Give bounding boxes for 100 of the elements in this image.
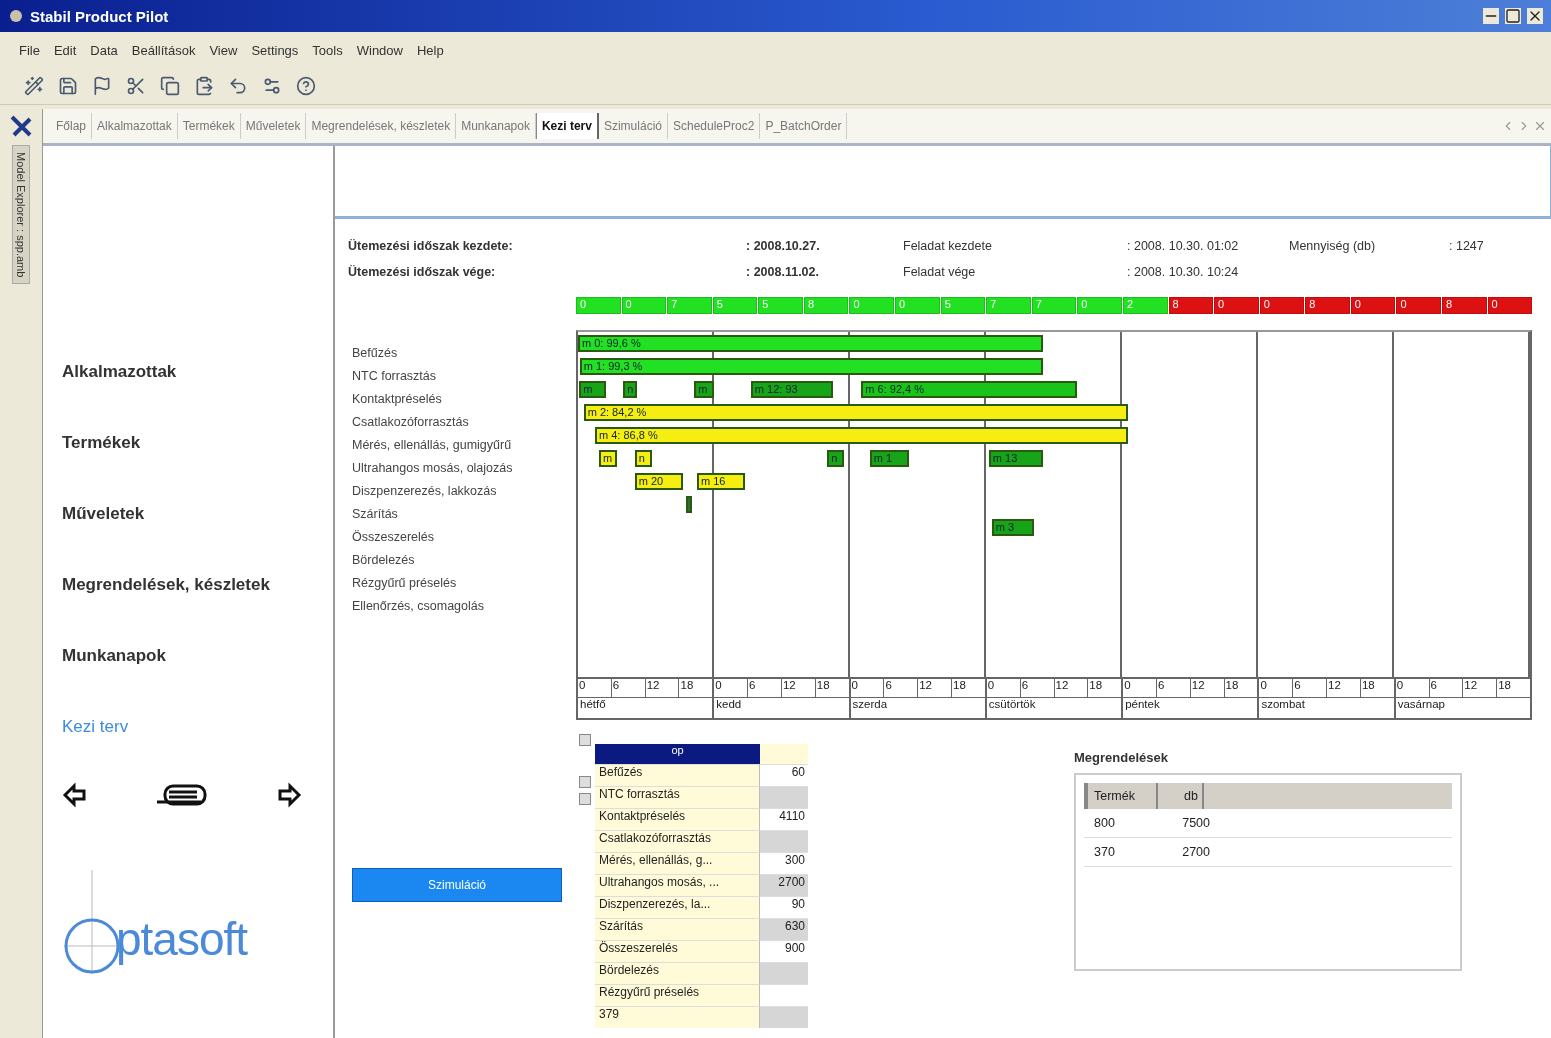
axis-tick: 18	[814, 679, 849, 697]
side-tab[interactable]: Model Explorer : spp.amb	[12, 145, 30, 285]
table-cell: Diszpenzerezés, la...	[595, 896, 760, 918]
nav-link[interactable]: Alkalmazottak	[62, 362, 333, 433]
field-value: : 2008.11.02.	[746, 265, 820, 279]
maximize-icon[interactable]	[1505, 8, 1521, 24]
nav-link[interactable]: Kezi terv	[62, 717, 333, 788]
axis-tick: 12	[917, 679, 952, 697]
gantt-bar[interactable]: m 6: 92,4 %	[861, 381, 1077, 398]
collapse-icon[interactable]	[579, 734, 591, 746]
gantt-bar[interactable]: m 0: 99,6 %	[578, 335, 1043, 352]
gantt-bar[interactable]: m	[694, 381, 714, 398]
gantt-bar[interactable]: m 13	[988, 450, 1043, 467]
shift-cell: 0	[1396, 297, 1441, 314]
menu-item[interactable]: View	[204, 40, 243, 60]
nav-link[interactable]: Műveletek	[62, 504, 333, 575]
day-label: vasárnap	[1396, 698, 1446, 712]
tab[interactable]: Kezi terv	[535, 113, 599, 139]
row-label: Csatlakozóforrasztás	[352, 415, 470, 431]
gantt-bar[interactable]: m 2: 84,2 %	[583, 404, 1128, 421]
help-icon[interactable]	[294, 74, 318, 98]
tab[interactable]: ScheduleProc2	[668, 113, 761, 139]
shift-cell: 8	[1305, 297, 1350, 314]
shift-cell: 5	[758, 297, 803, 314]
close-icon[interactable]	[1527, 8, 1543, 24]
axis-tick: 12	[1326, 679, 1360, 697]
gantt-bar[interactable]: n	[827, 450, 845, 467]
row-label: Kontaktpréselés	[352, 392, 443, 408]
gantt-bar[interactable]: m 16	[697, 473, 746, 490]
menu-item[interactable]: Data	[85, 40, 123, 60]
gantt-bar[interactable]: n	[634, 450, 652, 467]
tab[interactable]: P_BatchOrder	[760, 113, 848, 139]
shift-cell: 8	[803, 297, 849, 314]
wand-icon[interactable]	[22, 74, 46, 98]
tab[interactable]: Főlap	[51, 113, 93, 139]
nav-link[interactable]: Munkanapok	[62, 646, 333, 717]
shift-cell: 5	[712, 297, 758, 314]
axis-tick: 6	[883, 679, 918, 697]
forward-arrow-icon[interactable]	[276, 782, 302, 808]
value-cell: 630	[760, 918, 808, 940]
menu-item[interactable]: Help	[411, 40, 449, 60]
menu-item[interactable]: Edit	[48, 40, 82, 60]
axis-tick: 18	[1223, 679, 1258, 697]
minimize-icon[interactable]	[1483, 8, 1499, 24]
tab[interactable]: Munkanapok	[456, 113, 536, 139]
shift-cell: 0	[621, 297, 667, 314]
axis-tick: 6	[610, 679, 645, 697]
gantt-bar[interactable]	[685, 496, 692, 513]
gantt-bar[interactable]: m 12: 93	[750, 381, 833, 398]
shift-cell: 0	[1487, 297, 1533, 314]
shift-cell: 0	[576, 297, 621, 314]
back-arrow-icon[interactable]	[62, 782, 88, 808]
gantt-bar[interactable]: m 1	[869, 450, 910, 467]
table-cell-text: 7500	[1181, 816, 1210, 830]
menu-item[interactable]: Beállítások	[126, 40, 201, 60]
table-cell: Rézgyűrű préselés	[595, 984, 760, 1006]
tab[interactable]: Alkalmazottak	[92, 113, 178, 139]
table-cell: Bördelezés	[595, 962, 760, 984]
axis-tick: 18	[678, 679, 713, 697]
tab[interactable]: Termékek	[177, 113, 241, 139]
table-cell-text: 800	[1094, 816, 1116, 830]
gantt-bar[interactable]: m 1: 99,3 %	[579, 358, 1043, 375]
tab[interactable]: Műveletek	[240, 113, 307, 139]
explorer-icon[interactable]	[10, 115, 32, 137]
menu-item[interactable]: File	[14, 40, 45, 60]
axis-tick: 6	[1155, 679, 1190, 697]
minus-icon[interactable]	[579, 776, 591, 788]
row-label: NTC forrasztás	[352, 369, 438, 385]
table-cell: Befűzés	[595, 764, 760, 786]
simulate-button[interactable]: Szimuláció	[352, 868, 562, 902]
axis-tick: 0	[1395, 679, 1405, 693]
gantt-bar[interactable]: m 20	[634, 473, 683, 490]
table-cell: 379	[595, 1006, 760, 1028]
day-label: péntek	[1124, 698, 1161, 712]
column-header[interactable]: Termék	[1088, 783, 1158, 809]
menu-item[interactable]: Tools	[307, 40, 348, 60]
gantt-bar[interactable]: n	[623, 381, 638, 398]
printer-icon[interactable]	[155, 782, 209, 808]
nav-link[interactable]: Termékek	[62, 433, 333, 504]
copy-icon[interactable]	[158, 74, 182, 98]
menu-item[interactable]: Settings	[246, 40, 304, 60]
axis-tick: 18	[1496, 679, 1530, 697]
tab[interactable]: Megrendelések, készletek	[306, 113, 457, 139]
gantt-bar[interactable]: m 4: 86,8 %	[595, 427, 1128, 444]
menu-item[interactable]: Window	[351, 40, 408, 60]
axis-tick: 12	[1189, 679, 1224, 697]
row-label: Rézgyűrű préselés	[352, 576, 458, 592]
gantt-bar[interactable]: m 3	[991, 519, 1035, 536]
axis-tick: 0	[714, 679, 723, 693]
gantt-bar[interactable]: m	[598, 450, 617, 467]
shift-cell: 0	[1259, 297, 1305, 314]
gantt-bar[interactable]: m	[579, 381, 607, 398]
expand-icon[interactable]	[579, 793, 591, 805]
nav-link[interactable]: Megrendelések, készletek	[62, 575, 333, 646]
column-header[interactable]: db	[1158, 783, 1204, 809]
tab[interactable]: Szimuláció	[598, 113, 668, 139]
table-cell: Csatlakozóforrasztás	[595, 830, 760, 852]
axis-tick: 6	[1292, 679, 1327, 697]
row-label: Befűzés	[352, 346, 399, 362]
table-cell: Összeszerelés	[595, 940, 760, 962]
